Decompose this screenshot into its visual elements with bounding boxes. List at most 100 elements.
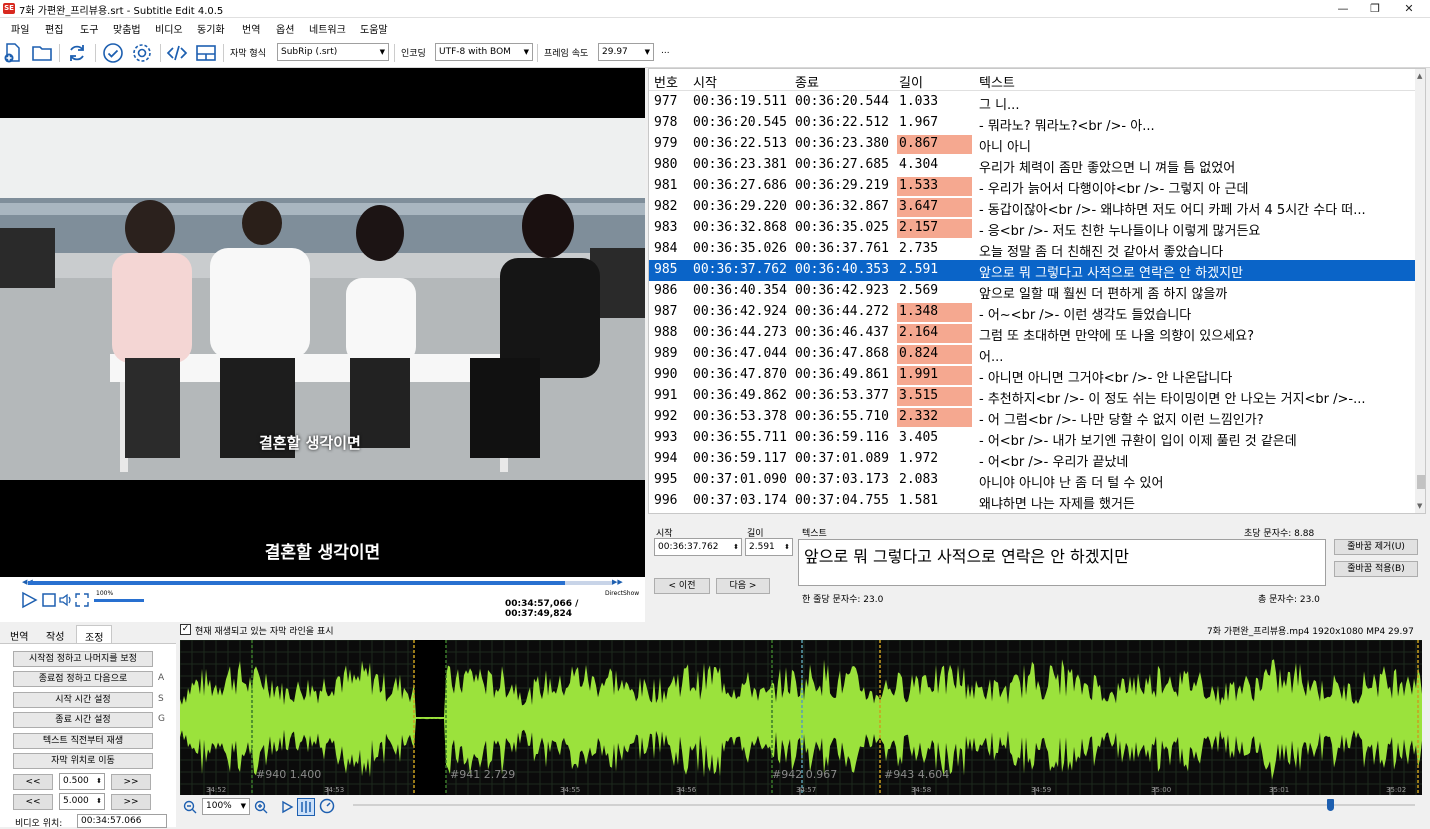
waveform-toggle-icon[interactable] xyxy=(297,798,315,816)
table-row[interactable]: 982 00:36:29.220 00:36:32.867 3.647 - 동갑이잖아<… xyxy=(649,197,1415,218)
header-end[interactable]: 종료 xyxy=(795,72,819,91)
stop-icon[interactable] xyxy=(42,593,56,607)
subtitle-overlay: 결혼할 생각이면 xyxy=(264,543,381,563)
menu-network[interactable]: 네트워크 xyxy=(309,21,346,36)
refresh-icon[interactable] xyxy=(66,42,88,64)
step-back-button[interactable]: << xyxy=(13,774,53,790)
table-row[interactable]: 995 00:37:01.090 00:37:03.173 2.083 아니야 아니야 … xyxy=(649,470,1415,491)
check-icon[interactable] xyxy=(102,42,124,64)
source-view-icon[interactable] xyxy=(166,42,188,64)
row-text: - 뭐라노? 뭐라노?<br />- 아... xyxy=(979,119,1155,134)
scroll-thumb[interactable] xyxy=(1417,475,1425,489)
next-button[interactable]: 다음 > xyxy=(716,578,770,594)
table-row[interactable]: 994 00:36:59.117 00:37:01.089 1.972 - 어<br /… xyxy=(649,449,1415,470)
new-file-icon[interactable] xyxy=(2,42,24,64)
video-position-input[interactable]: 00:34:57.066 xyxy=(77,814,167,828)
table-row[interactable]: 988 00:36:44.273 00:36:46.437 2.164 그럼 또 초대하… xyxy=(649,323,1415,344)
table-row[interactable]: 985 00:36:37.762 00:36:40.353 2.591 앞으로 뭐 그렇… xyxy=(649,260,1415,281)
play-before-text-button[interactable]: 텍스트 직전부터 재생 xyxy=(13,733,153,749)
header-duration[interactable]: 길이 xyxy=(899,72,923,91)
duration-input[interactable]: 2.591 ⬍ xyxy=(745,538,793,556)
tab-create[interactable]: 작성 xyxy=(38,625,72,643)
step-forward-large-button[interactable]: >> xyxy=(111,794,151,810)
prev-button[interactable]: < 이전 xyxy=(654,578,710,594)
maximize-button[interactable]: ❐ xyxy=(1358,0,1392,18)
seek-end-icon[interactable]: ▶▶ xyxy=(612,578,623,586)
table-row[interactable]: 992 00:36:53.378 00:36:55.710 2.332 - 어 그럼<b… xyxy=(649,407,1415,428)
play-icon[interactable] xyxy=(20,591,38,609)
subtitle-text-input[interactable]: 앞으로 뭐 그렇다고 사적으로 연락은 안 하겠지만 xyxy=(798,539,1326,586)
table-row[interactable]: 981 00:36:27.686 00:36:29.219 1.533 - 우리가 늙어… xyxy=(649,176,1415,197)
menu-edit[interactable]: 편집 xyxy=(45,21,63,36)
tab-adjust[interactable]: 조정 xyxy=(76,625,113,644)
menu-spellcheck[interactable]: 맞춤법 xyxy=(113,21,141,36)
tab-translate[interactable]: 번역 xyxy=(2,625,36,643)
menu-options[interactable]: 옵션 xyxy=(276,21,294,36)
remove-line-breaks-button[interactable]: 줄바꿈 제거(U) xyxy=(1334,539,1418,555)
set-end-time-button[interactable]: 종료 시간 설정 xyxy=(13,712,153,728)
menu-video[interactable]: 비디오 xyxy=(155,21,183,36)
step-back-large-button[interactable]: << xyxy=(13,794,53,810)
step-small-input[interactable]: 0.500 ⬍ xyxy=(59,773,105,790)
waveform-position-slider[interactable] xyxy=(353,804,1415,806)
volume-slider[interactable] xyxy=(94,599,144,602)
goto-subtitle-button[interactable]: 자막 위치로 이동 xyxy=(13,753,153,769)
table-row[interactable]: 993 00:36:55.711 00:36:59.116 3.405 - 어<br /… xyxy=(649,428,1415,449)
start-time-input[interactable]: 00:36:37.762 ⬍ xyxy=(654,538,742,556)
layout-icon[interactable] xyxy=(195,42,217,64)
table-row[interactable]: 980 00:36:23.381 00:36:27.685 4.304 우리가 체력이 … xyxy=(649,155,1415,176)
volume-icon[interactable] xyxy=(58,592,74,608)
table-row[interactable]: 996 00:37:03.174 00:37:04.755 1.581 왜냐하면 나는 … xyxy=(649,491,1415,512)
table-row[interactable]: 977 00:36:19.511 00:36:20.544 1.033 그 니... xyxy=(649,92,1415,113)
more-button[interactable]: ... xyxy=(661,46,670,56)
subtitle-list[interactable]: 번호 시작 종료 길이 텍스트 977 00:36:19.511 00:36:20.… xyxy=(648,68,1426,514)
table-row[interactable]: 987 00:36:42.924 00:36:44.272 1.348 - 어~<br … xyxy=(649,302,1415,323)
zoom-select[interactable]: 100% ▼ xyxy=(202,798,250,815)
menu-help[interactable]: 도움말 xyxy=(360,21,388,36)
audio-waveform[interactable]: 34:52 34:53 34:55 34:56 34:57 34:58 34:59 35:00… xyxy=(180,640,1422,795)
encoding-select[interactable]: UTF-8 with BOM ▼ xyxy=(435,43,533,61)
zoom-in-icon[interactable] xyxy=(254,800,268,814)
row-number: 982 xyxy=(654,199,678,214)
step-forward-button[interactable]: >> xyxy=(111,774,151,790)
row-end-time: 00:37:03.173 xyxy=(795,472,889,487)
table-row[interactable]: 984 00:36:35.026 00:36:37.761 2.735 오늘 정말 좀 … xyxy=(649,239,1415,260)
seek-bar[interactable] xyxy=(28,581,612,585)
format-select[interactable]: SubRip (.srt) ▼ xyxy=(277,43,389,61)
settings-icon[interactable] xyxy=(131,42,153,64)
table-row[interactable]: 991 00:36:49.862 00:36:53.377 3.515 - 추천하지<b… xyxy=(649,386,1415,407)
set-start-time-button[interactable]: 시작 시간 설정 xyxy=(13,692,153,708)
show-line-checkbox[interactable]: ✓ xyxy=(180,624,191,635)
play-selection-icon[interactable] xyxy=(280,800,294,814)
table-row[interactable]: 986 00:36:40.354 00:36:42.923 2.569 앞으로 일할 때… xyxy=(649,281,1415,302)
row-number: 991 xyxy=(654,388,678,403)
video-player[interactable]: 결혼할 생각이면 결혼할 생각이면 xyxy=(0,68,645,577)
waveform-canvas[interactable]: 34:52 34:53 34:55 34:56 34:57 34:58 34:59 35:00… xyxy=(180,640,1422,795)
apply-line-breaks-button[interactable]: 줄바꿈 적용(B) xyxy=(1334,561,1418,577)
header-number[interactable]: 번호 xyxy=(654,72,678,91)
header-start[interactable]: 시작 xyxy=(693,72,717,91)
menu-translate[interactable]: 번역 xyxy=(242,21,260,36)
fullscreen-icon[interactable] xyxy=(75,593,89,607)
table-row[interactable]: 990 00:36:47.870 00:36:49.861 1.991 - 아니면 아니… xyxy=(649,365,1415,386)
fps-select[interactable]: 29.97 ▼ xyxy=(598,43,654,61)
menu-file[interactable]: 파일 xyxy=(11,21,29,36)
step-large-input[interactable]: 5.000 ⬍ xyxy=(59,793,105,810)
set-end-next-button[interactable]: 종료점 정하고 다음으로 xyxy=(13,671,153,687)
table-row[interactable]: 983 00:36:32.868 00:36:35.025 2.157 - 응<br /… xyxy=(649,218,1415,239)
row-end-time: 00:37:01.089 xyxy=(795,451,889,466)
menu-tools[interactable]: 도구 xyxy=(80,21,98,36)
set-start-offset-rest-button[interactable]: 시작점 정하고 나머지를 보정 xyxy=(13,651,153,667)
speed-icon[interactable] xyxy=(319,798,335,814)
header-text[interactable]: 텍스트 xyxy=(979,72,1015,91)
menu-sync[interactable]: 동기화 xyxy=(197,21,225,36)
close-button[interactable]: ✕ xyxy=(1392,0,1426,18)
open-folder-icon[interactable] xyxy=(31,42,53,64)
table-row[interactable]: 978 00:36:20.545 00:36:22.512 1.967 - 뭐라노? 뭐… xyxy=(649,113,1415,134)
minimize-button[interactable]: — xyxy=(1326,0,1360,18)
table-row[interactable]: 989 00:36:47.044 00:36:47.868 0.824 어... xyxy=(649,344,1415,365)
table-row[interactable]: 979 00:36:22.513 00:36:23.380 0.867 아니 아니 xyxy=(649,134,1415,155)
slider-thumb[interactable] xyxy=(1327,799,1334,811)
vertical-scrollbar[interactable]: ▲ ▼ xyxy=(1415,69,1425,513)
zoom-out-icon[interactable] xyxy=(183,800,197,814)
